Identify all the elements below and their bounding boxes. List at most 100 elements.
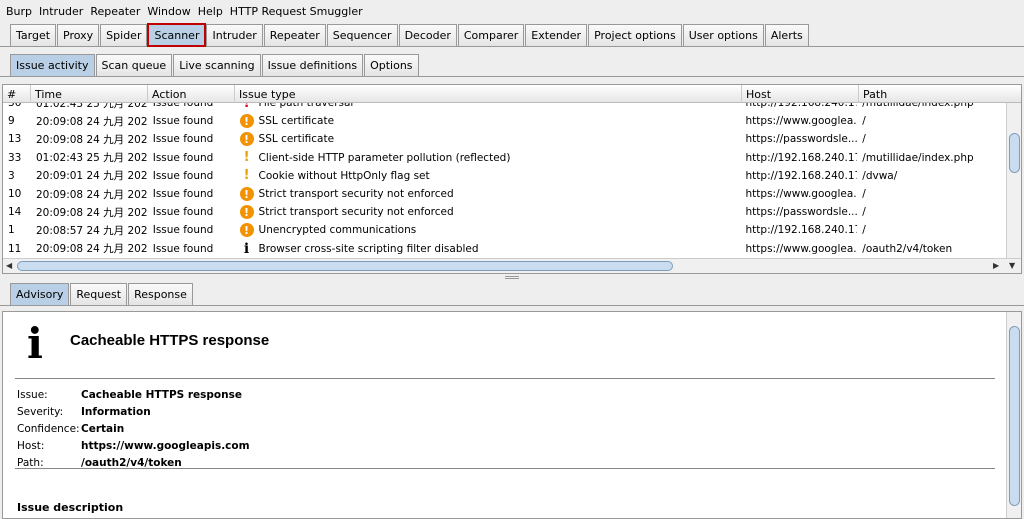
table-horizontal-scrollbar[interactable]: ◀ ▶ ▼ (3, 258, 1021, 273)
tab-options[interactable]: Options (364, 54, 419, 76)
menu-window[interactable]: Window (147, 5, 190, 18)
advisory-title: Cacheable HTTPS response (70, 332, 270, 349)
tab-sequencer[interactable]: Sequencer (326, 24, 398, 46)
scrollbar-thumb[interactable] (1009, 133, 1020, 173)
field-value: /oauth2/v4/token (81, 456, 182, 469)
tab-extender[interactable]: Extender (525, 24, 588, 46)
tab-live-scanning[interactable]: Live scanning (173, 54, 261, 76)
tab-user-options[interactable]: User options (682, 24, 764, 46)
cell-path: / (862, 188, 866, 201)
cell-issue-type: ! SSL certificate (235, 114, 741, 129)
tab-repeater[interactable]: Repeater (263, 24, 326, 46)
field-label: Confidence: (17, 422, 80, 435)
table-row[interactable]: 9 20:09:08 24 九月 2020 Issue found! SSL cert… (3, 112, 1007, 130)
exclamation-circle-orange-icon: ! (239, 205, 254, 220)
info-icon: i (243, 241, 250, 256)
table-row[interactable]: 3 20:09:01 24 九月 2020 Issue found! Cookie w… (3, 167, 1007, 185)
table-vertical-scrollbar[interactable] (1006, 103, 1021, 259)
menu-help[interactable]: Help (198, 5, 223, 18)
cell-issue-type: ! Unencrypted communications (235, 223, 741, 238)
cell-number: 36 (8, 103, 22, 110)
tab-issue-activity[interactable]: Issue activity (10, 54, 95, 76)
table-header: # Time Action Issue type Host Path (3, 85, 1021, 103)
cell-action: Issue found (152, 151, 214, 164)
issue-type-label: Browser cross-site scripting filter disa… (258, 242, 479, 255)
menu-http-request-smuggler[interactable]: HTTP Request Smuggler (230, 5, 363, 18)
column-header-action[interactable]: Action (148, 85, 235, 103)
field-value: https://www.googleapis.com (81, 439, 250, 452)
field-value: Cacheable HTTPS response (81, 389, 242, 402)
cell-path: / (862, 206, 866, 219)
table-row[interactable]: 1 20:08:57 24 九月 2020 Issue found! Unencryp… (3, 221, 1007, 239)
cell-host: http://192.168.240.178 (745, 103, 858, 110)
scroll-down-icon[interactable]: ▼ (1009, 261, 1015, 270)
tab-scanner[interactable]: Scanner (147, 23, 207, 47)
issue-type-label: Strict transport security not enforced (258, 188, 454, 201)
tab-advisory[interactable]: Advisory (10, 283, 70, 305)
menu-intruder[interactable]: Intruder (39, 5, 83, 18)
column-header-host[interactable]: Host (742, 85, 859, 103)
issue-type-label: Client-side HTTP parameter pollution (re… (258, 151, 511, 164)
tab-response[interactable]: Response (128, 283, 193, 305)
scroll-left-icon[interactable]: ◀ (6, 261, 12, 270)
scrollbar-thumb[interactable] (1009, 326, 1020, 506)
cell-time: 20:09:08 24 九月 2020 (35, 133, 148, 146)
tab-intruder[interactable]: Intruder (206, 24, 263, 46)
cell-host: https://passwordsle... (745, 206, 858, 219)
column-header-path[interactable]: Path (859, 85, 1021, 103)
menu-burp[interactable]: Burp (6, 5, 32, 18)
menu-repeater[interactable]: Repeater (90, 5, 140, 18)
scroll-right-icon[interactable]: ▶ (993, 261, 999, 270)
field-label: Issue: (17, 389, 48, 402)
table-row[interactable]: 36 01:02:43 25 九月 2020 Issue found! File pa… (3, 103, 1007, 112)
scrollbar-thumb[interactable] (17, 261, 673, 271)
table-row[interactable]: 11 20:09:08 24 九月 2020 Issue found i Browser… (3, 240, 1007, 258)
cell-host: https://www.googlea... (745, 242, 858, 255)
cell-number: 9 (8, 115, 15, 128)
tab-issue-definitions[interactable]: Issue definitions (261, 54, 364, 76)
cell-number: 14 (8, 206, 22, 219)
tab-alerts[interactable]: Alerts (764, 24, 809, 46)
scanner-sub-tab-bar: Issue activity Scan queue Live scanning … (0, 54, 1024, 77)
exclamation-yellow-icon: ! (243, 150, 250, 165)
cell-host: https://www.googlea... (745, 115, 858, 128)
tab-decoder[interactable]: Decoder (398, 24, 457, 46)
column-header-time[interactable]: Time (31, 85, 148, 103)
cell-time: 20:09:01 24 九月 2020 (35, 170, 148, 183)
tab-scan-queue[interactable]: Scan queue (95, 54, 173, 76)
tab-project-options[interactable]: Project options (588, 24, 682, 46)
cell-time: 20:09:08 24 九月 2020 (35, 115, 148, 128)
pane-splitter-handle[interactable] (505, 276, 519, 279)
tab-spider[interactable]: Spider (100, 24, 148, 46)
exclamation-circle-orange-icon: ! (239, 132, 254, 147)
column-header-number[interactable]: # (3, 85, 31, 103)
field-confidence: Confidence: Certain (17, 421, 250, 438)
cell-issue-type: ! Strict transport security not enforced (235, 187, 741, 202)
cell-number: 1 (8, 224, 15, 237)
table-row[interactable]: 14 20:09:08 24 九月 2020 Issue found! Strict … (3, 203, 1007, 221)
advisory-panel: i Cacheable HTTPS response Issue: Cachea… (2, 311, 1022, 519)
cell-issue-type: ! File path traversal (235, 103, 741, 110)
table-body: 36 01:02:43 25 九月 2020 Issue found! File pa… (3, 103, 1007, 259)
column-header-issue-type[interactable]: Issue type (235, 85, 742, 103)
tab-target[interactable]: Target (10, 24, 57, 46)
cell-time: 01:02:43 25 九月 2020 (35, 103, 148, 110)
table-row[interactable]: 10 20:09:08 24 九月 2020 Issue found! Strict … (3, 185, 1007, 203)
issue-type-label: File path traversal (258, 103, 354, 110)
table-row[interactable]: 33 01:02:43 25 九月 2020 Issue found! Client-… (3, 149, 1007, 167)
cell-number: 3 (8, 169, 15, 182)
tab-proxy[interactable]: Proxy (57, 24, 100, 46)
cell-action: Issue found (152, 242, 214, 255)
tab-comparer[interactable]: Comparer (457, 24, 525, 46)
cell-path: / (862, 133, 866, 146)
cell-issue-type: ! Cookie without HttpOnly flag set (235, 169, 741, 183)
field-label: Severity: (17, 406, 64, 419)
cell-action: Issue found (152, 188, 214, 201)
advisory-vertical-scrollbar[interactable] (1006, 312, 1021, 518)
table-row[interactable]: 13 20:09:08 24 九月 2020 Issue found! SSL cer… (3, 130, 1007, 148)
cell-time: 20:09:08 24 九月 2020 (35, 243, 148, 256)
cell-path: /oauth2/v4/token (862, 242, 953, 255)
cell-action: Issue found (152, 133, 214, 146)
cell-host: https://passwordsle... (745, 133, 858, 146)
tab-request[interactable]: Request (70, 283, 128, 305)
